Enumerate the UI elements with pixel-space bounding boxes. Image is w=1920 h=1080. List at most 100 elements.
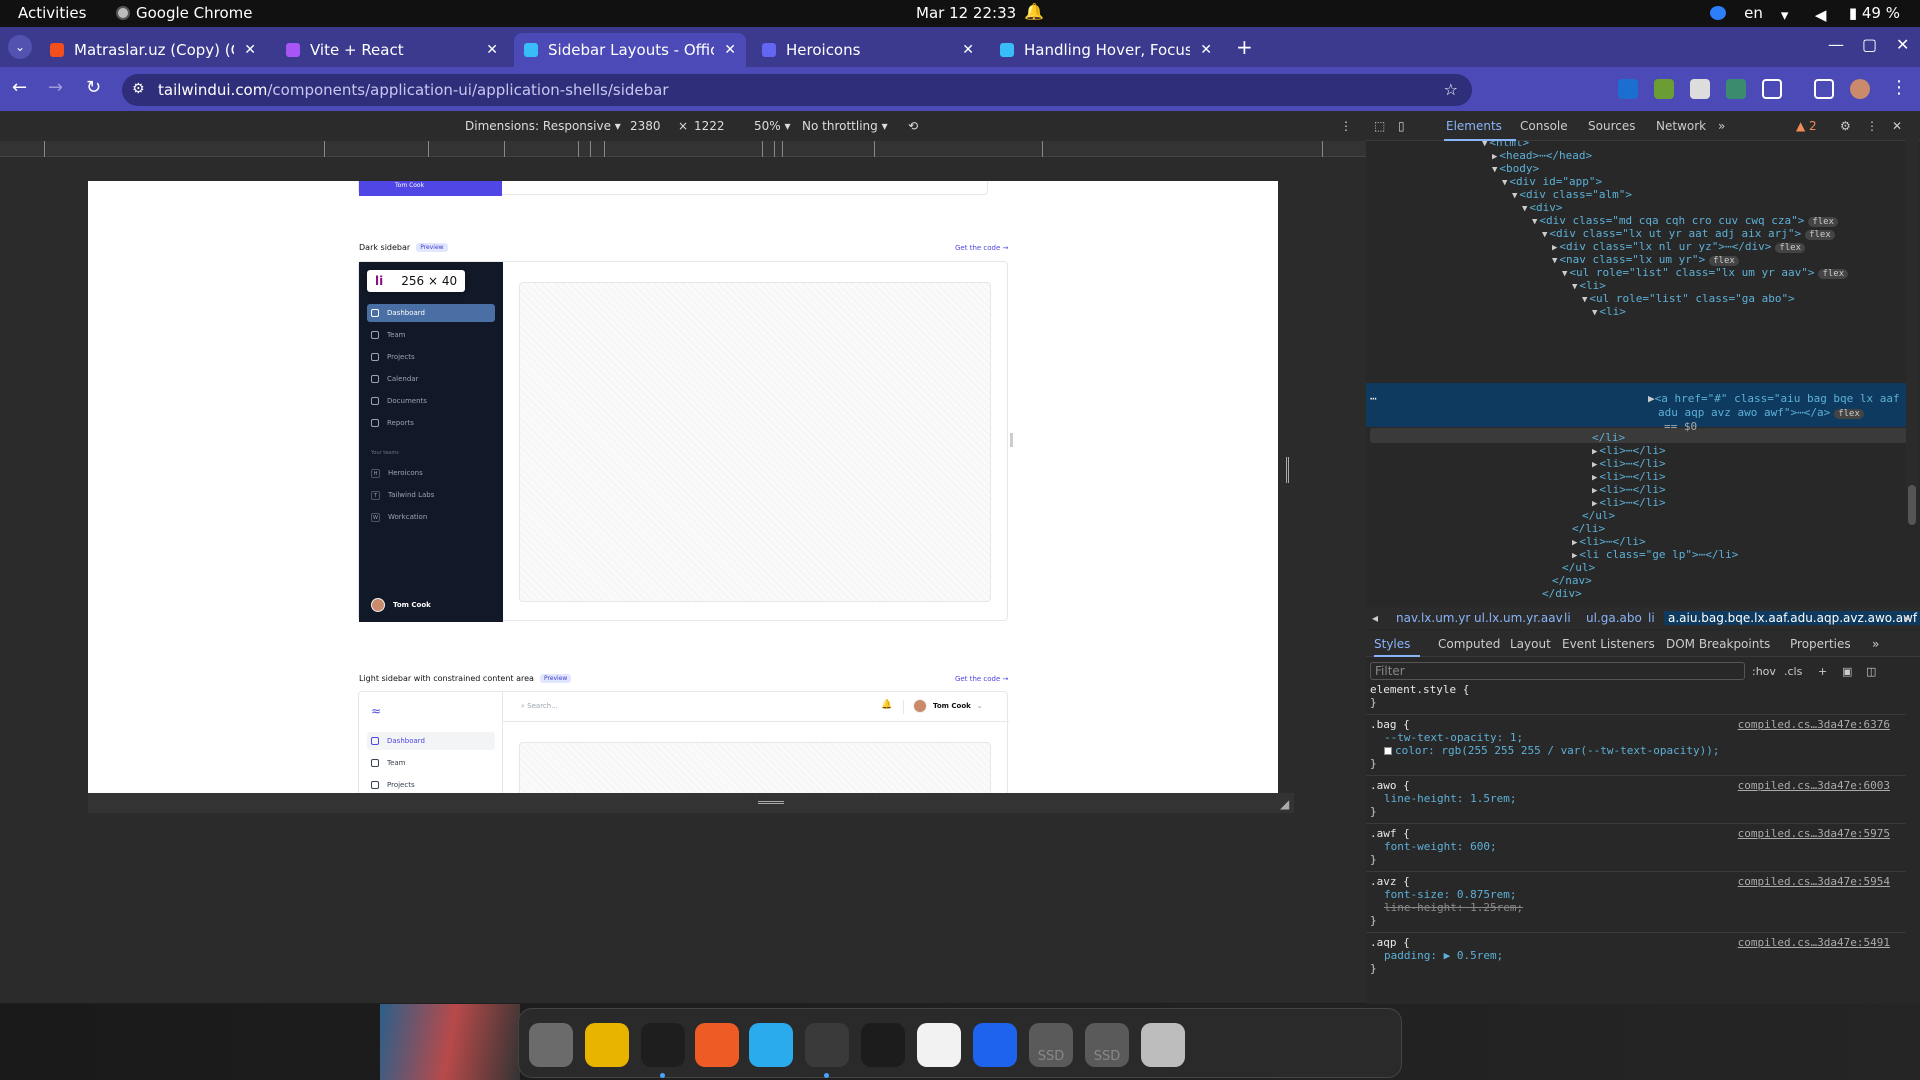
zoom-dropdown[interactable]: 50% ▾	[754, 119, 791, 133]
new-rule-button[interactable]: +	[1818, 665, 1827, 678]
team-item[interactable]: H Heroicons	[367, 464, 495, 482]
bell-icon[interactable]: 🔔	[881, 700, 892, 710]
collapse-arrow-icon[interactable]: ▼	[1552, 256, 1557, 266]
css-property[interactable]: font-weight: 600;	[1384, 840, 1497, 853]
breadcrumb-item[interactable]: ul.ga.abo	[1586, 611, 1642, 625]
collapse-arrow-icon[interactable]: ▼	[1582, 295, 1587, 305]
files-icon[interactable]	[529, 1023, 573, 1067]
height-input[interactable]: 1222	[694, 119, 725, 133]
mongodb-compass-icon[interactable]	[917, 1023, 961, 1067]
tab-matraslar[interactable]: Matraslar.uz (Copy) (Cop ✕	[40, 33, 266, 67]
css-property[interactable]: font-size: 0.875rem;	[1384, 888, 1516, 901]
dimensions-dropdown[interactable]: Dimensions: Responsive ▾	[465, 119, 621, 133]
forward-button[interactable]: →	[48, 77, 63, 98]
close-icon[interactable]: ✕	[244, 42, 256, 58]
nav-item-calendar[interactable]: Calendar	[367, 370, 495, 388]
clock[interactable]: Mar 12 22:33	[916, 4, 1016, 22]
tab-properties[interactable]: Properties	[1790, 637, 1851, 651]
dom-tree[interactable]: ▼ <html> ▶ <head>⋯</head> ▼ <body> ▼ <div id="a…	[1366, 141, 1920, 603]
css-property[interactable]: line-height: 1.5rem;	[1384, 792, 1516, 805]
throttling-dropdown[interactable]: No throttling ▾	[802, 119, 888, 133]
tab-console[interactable]: Console	[1520, 119, 1568, 133]
css-source-link[interactable]: compiled.cs…3da47e:5975	[1738, 827, 1890, 840]
flex-badge[interactable]: flex	[1775, 243, 1806, 253]
flex-badge[interactable]: flex	[1805, 230, 1835, 240]
language-indicator[interactable]: en	[1744, 4, 1763, 22]
collapse-arrow-icon[interactable]: ▼	[1502, 178, 1507, 188]
settings-gear-icon[interactable]: ⚙	[1840, 119, 1851, 133]
width-input[interactable]: 2380	[630, 119, 661, 133]
tab-event-listeners[interactable]: Event Listeners	[1562, 637, 1655, 651]
close-devtools-icon[interactable]: ✕	[1892, 119, 1902, 133]
tab-computed[interactable]: Computed	[1438, 637, 1500, 651]
css-selector[interactable]: .bag {	[1370, 718, 1410, 731]
css-property[interactable]: color: rgb(255 255 255 / var(--tw-text-o…	[1384, 744, 1720, 757]
activities-button[interactable]: Activities	[18, 4, 86, 22]
side-panel-icon[interactable]	[1814, 79, 1834, 99]
dom-node[interactable]: ▼ <li>	[1592, 304, 1626, 320]
tab-dom-breakpoints[interactable]: DOM Breakpoints	[1666, 637, 1770, 651]
minimize-button[interactable]: —	[1828, 35, 1844, 54]
css-source-link[interactable]: compiled.cs…3da47e:6376	[1738, 718, 1890, 731]
collapse-arrow-icon[interactable]: ▼	[1512, 191, 1517, 201]
vertical-resize-handle[interactable]	[1286, 457, 1289, 483]
flex-badge[interactable]: flex	[1834, 409, 1864, 419]
close-icon[interactable]: ✕	[1200, 42, 1212, 58]
tab-heroicons[interactable]: Heroicons ✕	[752, 33, 984, 67]
css-selector[interactable]: .awo {	[1370, 779, 1410, 792]
css-selector[interactable]: .avz {	[1370, 875, 1410, 888]
css-selector[interactable]: element.style {	[1370, 683, 1469, 696]
back-button[interactable]: ←	[12, 77, 27, 98]
inspect-element-icon[interactable]: ⬚	[1374, 119, 1385, 133]
reload-button[interactable]: ↻	[86, 77, 101, 98]
download-extension-icon[interactable]	[1654, 79, 1674, 99]
datagrip-icon[interactable]	[861, 1023, 905, 1067]
user-menu-button[interactable]: Tom Cook ⌄	[913, 699, 983, 713]
rhythmbox-icon[interactable]	[585, 1023, 629, 1067]
collapse-arrow-icon[interactable]: ▼	[1592, 308, 1597, 318]
breadcrumb-item-active[interactable]: a.aiu.bag.bqe.lx.aaf.adu.aqp.avz.awo.awf	[1664, 611, 1920, 625]
css-source-link[interactable]: compiled.cs…3da47e:5491	[1738, 936, 1890, 949]
collapse-arrow-icon[interactable]: ▼	[1482, 141, 1487, 149]
browser-menu-icon[interactable]: ⋮	[1890, 77, 1908, 98]
dom-node[interactable]: </div>	[1542, 586, 1582, 602]
nav-item-team[interactable]: Team	[367, 754, 495, 772]
computed-styles-toggle-icon[interactable]: ▣	[1842, 665, 1852, 678]
app-menu[interactable]: Google Chrome	[116, 4, 253, 22]
nav-item-dashboard[interactable]: Dashboard	[367, 732, 495, 750]
breadcrumb-item[interactable]: li	[1564, 611, 1571, 625]
tab-elements[interactable]: Elements	[1446, 119, 1502, 133]
device-options-icon[interactable]: ⋮	[1340, 119, 1352, 133]
breadcrumb-item[interactable]: ul.lx.um.yr.aav	[1474, 611, 1563, 625]
address-bar[interactable]: ⚙ tailwindui.com/components/application-…	[122, 74, 1472, 106]
warnings-badge[interactable]: ▲ 2	[1796, 119, 1817, 133]
dom-scrollbar[interactable]	[1906, 115, 1918, 525]
collapse-arrow-icon[interactable]: ▼	[1572, 282, 1577, 292]
tab-sources[interactable]: Sources	[1588, 119, 1635, 133]
system-tray[interactable]: en ▾ ◀ ▮ 49 %	[1710, 4, 1900, 24]
flex-badge[interactable]: flex	[1818, 269, 1849, 279]
react-devtools-icon[interactable]	[1690, 79, 1710, 99]
tab-layout[interactable]: Layout	[1510, 637, 1551, 651]
nav-item-projects[interactable]: Projects	[367, 348, 495, 366]
docker-icon[interactable]	[973, 1023, 1017, 1067]
team-item[interactable]: W Workcation	[367, 508, 495, 526]
get-code-link[interactable]: Get the code →	[955, 675, 1008, 683]
vscode-icon[interactable]	[641, 1023, 685, 1067]
ssd-drive-icon[interactable]: SSD	[1029, 1023, 1073, 1067]
chrome-icon[interactable]	[805, 1023, 849, 1067]
search-input[interactable]: ⌕ Search...	[521, 702, 558, 711]
close-icon[interactable]: ✕	[724, 42, 736, 58]
rotate-icon[interactable]: ⟲	[908, 119, 918, 133]
preview-badge[interactable]: Preview	[416, 243, 448, 252]
tab-search-button[interactable]: ⌄	[8, 35, 32, 59]
tab-network[interactable]: Network	[1656, 119, 1706, 133]
css-property[interactable]: line-height: 1.25rem;	[1384, 901, 1523, 914]
app-grid-icon[interactable]	[1195, 1023, 1239, 1067]
scroll-thumb[interactable]	[1908, 485, 1916, 525]
vue-devtools-icon[interactable]	[1726, 79, 1746, 99]
postman-icon[interactable]	[695, 1023, 739, 1067]
css-property[interactable]: padding: ▶ 0.5rem;	[1384, 949, 1503, 962]
nav-item-projects[interactable]: Projects	[367, 776, 495, 793]
collapse-arrow-icon[interactable]: ▼	[1492, 165, 1497, 175]
